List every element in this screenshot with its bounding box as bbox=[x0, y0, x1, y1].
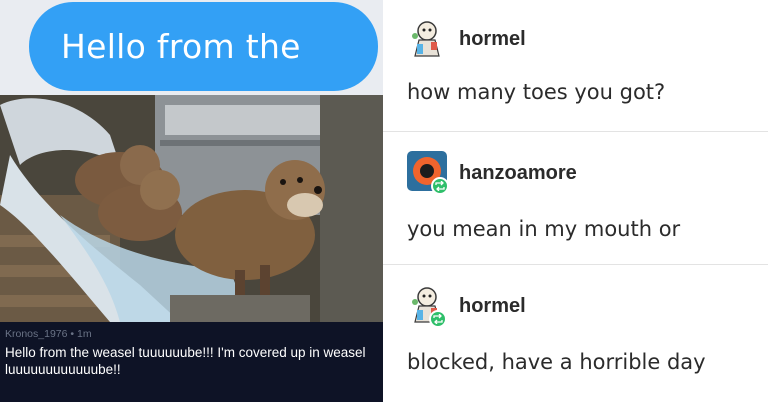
post-1: hormel how many toes you got? bbox=[383, 0, 768, 131]
otter-photo bbox=[0, 95, 383, 322]
post-username[interactable]: hanzoamore bbox=[459, 162, 577, 185]
post-username[interactable]: hormel bbox=[459, 295, 526, 318]
cartoon-character-icon[interactable] bbox=[407, 18, 447, 58]
post-2: hanzoamore you mean in my mouth or bbox=[383, 131, 768, 264]
reblog-icon bbox=[431, 177, 449, 195]
post-3: hormel blocked, have a horrible day bbox=[383, 264, 768, 402]
reblog-icon bbox=[429, 310, 447, 328]
post-text: blocked, have a horrible day bbox=[407, 350, 706, 374]
caption-meta: Kronos_1976 • 1m bbox=[5, 328, 92, 340]
meme-panel: Hello from the Kronos_1976 • 1m Hello fr… bbox=[0, 0, 383, 402]
post-username[interactable]: hormel bbox=[459, 28, 526, 51]
chat-bubble-text: Hello from the bbox=[61, 27, 301, 66]
caption-text: Hello from the weasel tuuuuuube!!! I'm c… bbox=[5, 345, 366, 377]
meme-caption: Kronos_1976 • 1m Hello from the weasel t… bbox=[0, 322, 383, 402]
post-text: you mean in my mouth or bbox=[407, 217, 681, 241]
message-area: Hello from the bbox=[0, 0, 383, 95]
post-thread: hormel how many toes you got? hanzoamore… bbox=[383, 0, 768, 402]
post-text: how many toes you got? bbox=[407, 80, 666, 104]
chat-bubble: Hello from the bbox=[29, 2, 378, 91]
